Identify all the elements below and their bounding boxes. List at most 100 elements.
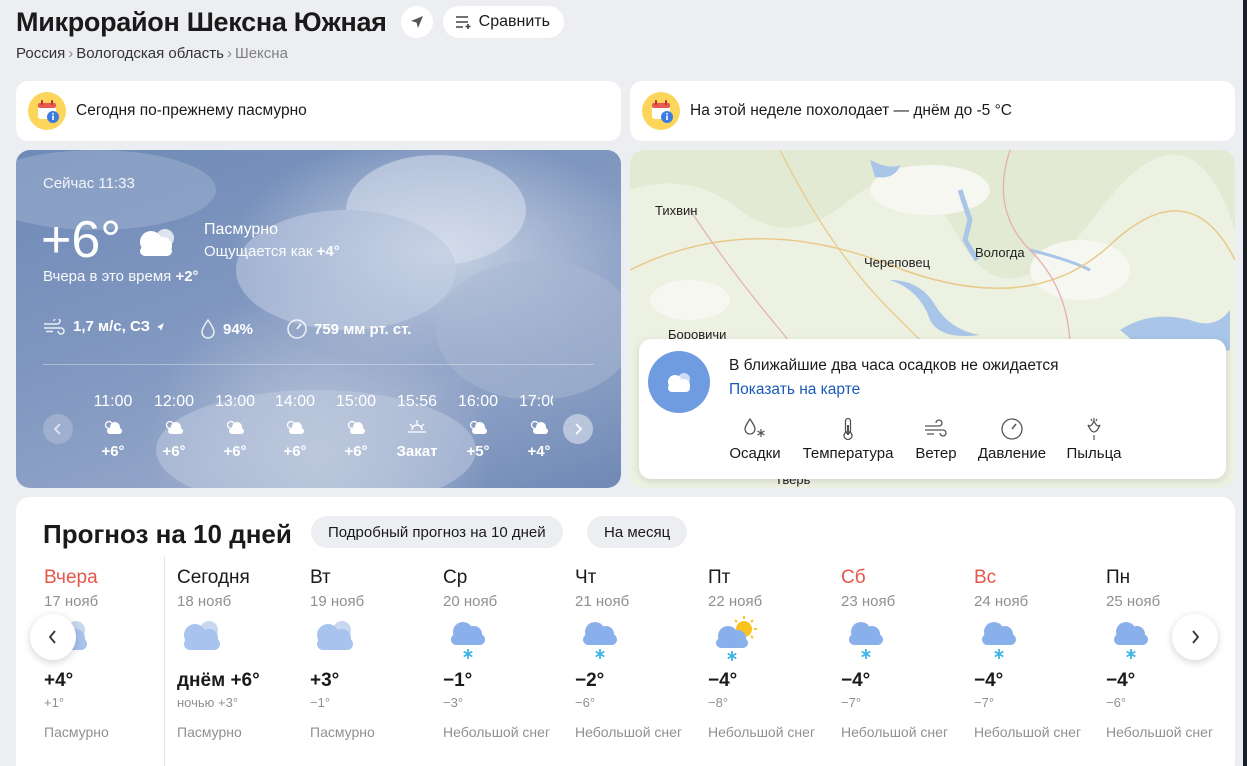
- hourly-item[interactable]: 12:00 +6°: [144, 393, 204, 460]
- forecast-day[interactable]: Сб 23 нояб −4° −7° Небольшой снег: [841, 567, 971, 740]
- drop-snowflake-icon: [744, 417, 765, 437]
- layer-pressure[interactable]: Давление: [977, 417, 1047, 462]
- sun-cloud-snow-icon: [708, 616, 838, 668]
- night-temp: −6°: [575, 695, 596, 710]
- chevron-left-icon: [48, 630, 56, 644]
- hour-temp: +6°: [101, 443, 125, 460]
- humidity-info: 94%: [199, 318, 253, 340]
- day-condition: Небольшой снег: [575, 724, 683, 740]
- month-forecast-button[interactable]: На месяц: [587, 516, 688, 548]
- forecast-day[interactable]: Пт 22 нояб −4° −8° Небольшой снег: [708, 567, 838, 740]
- location-arrow-icon: [410, 16, 423, 28]
- partly-cloudy-icon: [165, 420, 183, 434]
- forecast-day[interactable]: Вс 24 нояб −4° −7° Небольшой снег: [974, 567, 1104, 740]
- hour-time: 12:00: [153, 393, 195, 410]
- layer-label: Давление: [977, 445, 1047, 462]
- day-date: 23 нояб: [841, 593, 896, 610]
- hour-time: 11:00: [93, 393, 133, 410]
- day-temp: +3°: [310, 670, 340, 691]
- day-condition: Небольшой снег: [708, 724, 816, 740]
- wind-info: 1,7 м/с, СЗ: [43, 318, 172, 335]
- hour-time: 13:00: [214, 393, 256, 410]
- breadcrumb-country[interactable]: Россия: [16, 45, 65, 62]
- hourly-next-button[interactable]: [563, 414, 593, 444]
- partly-cloudy-icon: [226, 420, 244, 434]
- day-name: Сегодня: [177, 567, 250, 588]
- cloud-snow-icon: [974, 616, 1104, 668]
- cloudy-icon: [140, 229, 174, 256]
- cloudy-icon: [177, 616, 307, 668]
- forecast-day[interactable]: Сегодня 18 нояб днём +6° ночью +3° Пасмурно: [177, 567, 307, 740]
- hourly-item[interactable]: 17:00 +4°: [509, 393, 553, 460]
- chevron-right-icon: [1192, 630, 1200, 644]
- hour-time: 14:00: [274, 393, 316, 410]
- location-button[interactable]: [400, 6, 433, 38]
- cloud-snow-icon: [575, 616, 705, 668]
- yesterday-label: Вчера в это время: [43, 268, 172, 285]
- day-condition: Небольшой снег: [1106, 724, 1214, 740]
- hourly-prev-button[interactable]: [43, 414, 73, 444]
- forecast-day[interactable]: Ср 20 нояб −1° −3° Небольшой снег: [443, 567, 573, 740]
- detailed-forecast-button[interactable]: Подробный прогноз на 10 дней: [311, 516, 563, 548]
- hourly-item[interactable]: 16:00 +5°: [448, 393, 508, 460]
- layer-temperature[interactable]: Температура: [802, 417, 894, 462]
- feels-like: Ощущается как +4°: [204, 243, 340, 260]
- chevron-right-icon: [575, 423, 583, 435]
- breadcrumb-separator: ›: [226, 45, 232, 62]
- day-condition: Небольшой снег: [841, 724, 949, 740]
- hourly-item[interactable]: 15:56 Закат: [387, 393, 447, 460]
- hour-temp: +5°: [466, 443, 490, 460]
- precipitation-panel: В ближайшие два часа осадков не ожидаетс…: [639, 339, 1226, 479]
- feels-like-value: +4°: [316, 243, 340, 260]
- day-condition: Пасмурно: [310, 724, 375, 740]
- breadcrumb-region[interactable]: Вологодская область: [76, 45, 224, 62]
- current-temperature: +6°: [41, 211, 122, 269]
- hourly-item[interactable]: 11:00 +6°: [83, 393, 143, 460]
- forecast-10-days: Прогноз на 10 дней Подробный прогноз на …: [16, 497, 1235, 766]
- page-header: Микрорайон Шексна Южная Сравнить: [16, 6, 564, 38]
- hour-temp: +6°: [344, 443, 368, 460]
- show-on-map-link[interactable]: Показать на карте: [729, 381, 860, 399]
- alert-card-today[interactable]: Сегодня по-прежнему пасмурно: [16, 81, 621, 141]
- hour-temp: +6°: [162, 443, 186, 460]
- compare-button[interactable]: Сравнить: [442, 6, 564, 38]
- forecast-day[interactable]: Пн 25 нояб −4° −6° Небольшой снег: [1106, 567, 1236, 740]
- layer-pollen[interactable]: Пыльца: [1066, 417, 1122, 462]
- day-name: Чт: [575, 567, 597, 588]
- pressure-gauge-icon: [1001, 418, 1023, 440]
- breadcrumb-city: Шексна: [234, 45, 288, 62]
- day-date: 19 нояб: [310, 593, 365, 610]
- hour-time: 15:56: [396, 393, 438, 410]
- yesterday-value: +2°: [175, 268, 199, 285]
- forecast-next-button[interactable]: [1172, 614, 1218, 660]
- hourly-item[interactable]: 13:00 +6°: [205, 393, 265, 460]
- day-temp: −4°: [974, 670, 1004, 691]
- alert-card-week[interactable]: На этой неделе похолодает — днём до -5 °…: [630, 81, 1235, 141]
- forecast-day[interactable]: Вт 19 нояб +3° −1° Пасмурно: [310, 567, 440, 740]
- pressure-info: 759 мм рт. ст.: [286, 318, 411, 340]
- hourly-item[interactable]: 14:00 +6°: [265, 393, 325, 460]
- partly-cloudy-icon: [469, 420, 487, 434]
- layer-precipitation[interactable]: Осадки: [727, 417, 783, 462]
- day-date: 24 нояб: [974, 593, 1029, 610]
- flower-icon: [1087, 418, 1101, 440]
- partly-cloudy-icon: [286, 420, 304, 434]
- current-time: Сейчас 11:33: [43, 175, 135, 192]
- layer-label: Пыльца: [1066, 445, 1122, 462]
- day-temp: днём +6°: [177, 670, 260, 691]
- day-temp: −2°: [575, 670, 605, 691]
- hourly-item[interactable]: 15:00 +6°: [326, 393, 386, 460]
- hourly-forecast: 11:00 +6° 12:00 +6° 13:00 +6° 14:00 +6° …: [83, 393, 553, 463]
- day-temp: −1°: [443, 670, 473, 691]
- yesterday-temp: Вчера в это время +2°: [43, 268, 199, 285]
- night-temp: −7°: [841, 695, 862, 710]
- cloud-snow-icon: [841, 616, 971, 668]
- breadcrumb-separator: ›: [68, 45, 74, 62]
- forecast-day[interactable]: Чт 21 нояб −2° −6° Небольшой снег: [575, 567, 705, 740]
- calendar-info-icon: [642, 92, 680, 130]
- layer-wind[interactable]: Ветер: [913, 417, 959, 462]
- compare-icon: [455, 16, 471, 29]
- day-temp: −4°: [1106, 670, 1136, 691]
- feels-like-label: Ощущается как: [204, 243, 313, 260]
- forecast-prev-button[interactable]: [30, 614, 76, 660]
